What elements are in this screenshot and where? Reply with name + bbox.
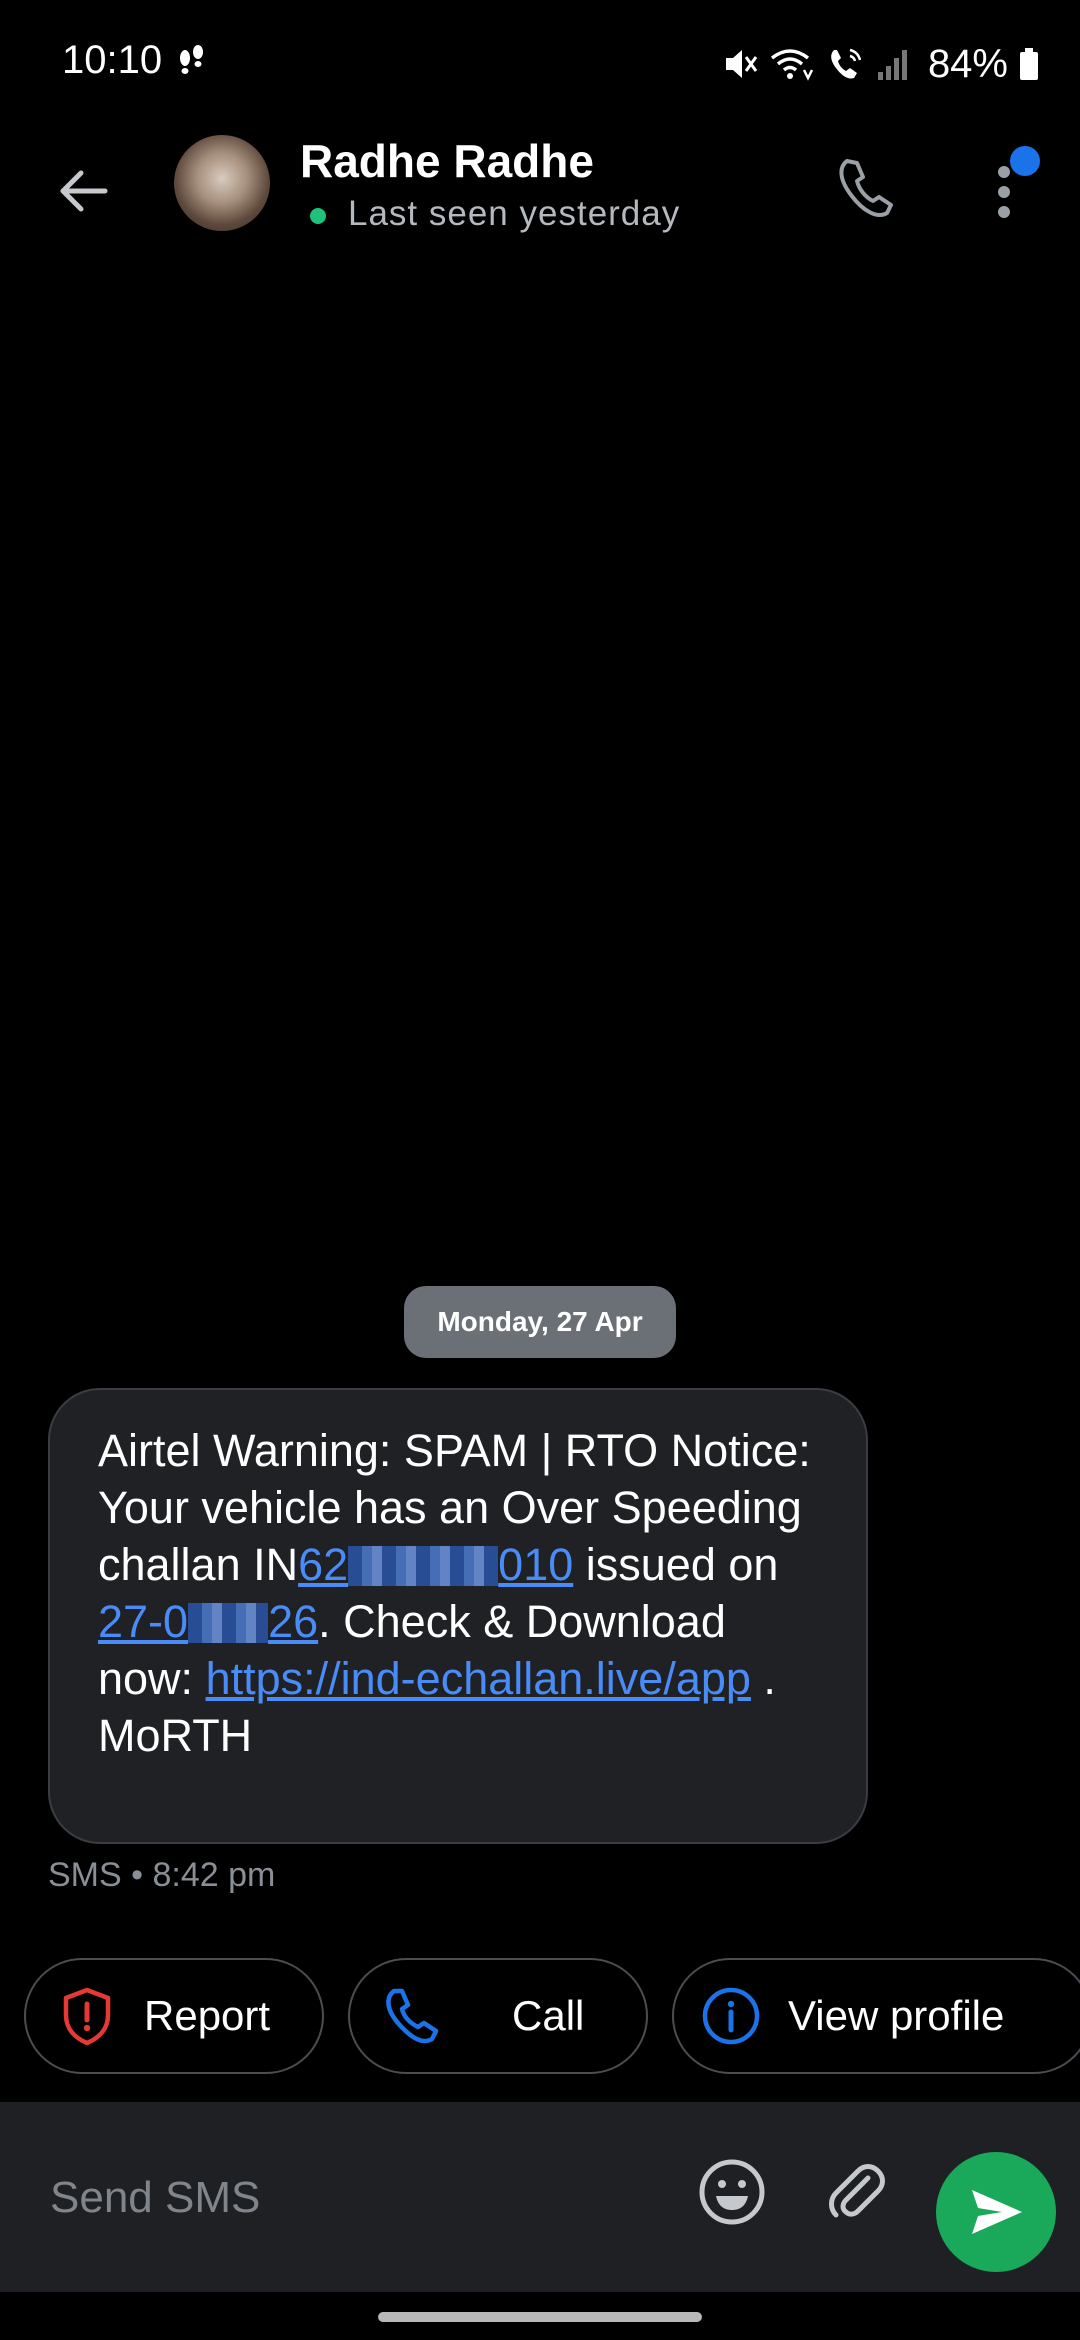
avatar[interactable] (174, 135, 270, 231)
message-meta: SMS • 8:42 pm (48, 1856, 276, 1894)
send-icon (972, 2190, 1022, 2234)
more-options-button[interactable] (990, 146, 1046, 236)
emoji-icon (699, 2159, 765, 2225)
battery-percentage: 84% (927, 41, 1008, 86)
date-separator: Monday, 27 Apr (404, 1286, 676, 1358)
send-button[interactable] (936, 2152, 1056, 2272)
report-label: Report (144, 1992, 271, 2039)
date-link[interactable]: 27-0 26 (98, 1596, 318, 1647)
report-shield-icon (63, 1987, 111, 2046)
info-icon (702, 1987, 760, 2045)
kebab-dot-3 (998, 206, 1010, 218)
message-text-part2: issued on (573, 1539, 779, 1590)
url-link[interactable]: https://ind-echallan.live/app (206, 1653, 751, 1704)
sms-input[interactable] (48, 2102, 652, 2294)
challan-prefix: 62 (298, 1539, 349, 1590)
last-seen-status: Last seen yesterday (348, 194, 681, 233)
back-button[interactable] (48, 156, 118, 226)
call-chip[interactable]: Call (348, 1958, 648, 2074)
redacted-block (348, 1546, 499, 1586)
attach-button[interactable] (820, 2156, 892, 2228)
date-prefix: 27-0 (98, 1596, 189, 1647)
call-label: Call (512, 1992, 585, 2039)
gesture-navigation-bar[interactable] (378, 2312, 702, 2322)
view-profile-chip[interactable]: View profile (672, 1958, 1080, 2074)
status-icons: 84% (722, 38, 1040, 90)
date-suffix: 26 (268, 1596, 319, 1647)
phone-icon (839, 159, 893, 217)
challan-number-link[interactable]: 62 010 (298, 1539, 573, 1590)
status-bar: 10:10 84% (0, 0, 1080, 130)
redacted-block (188, 1603, 269, 1643)
call-button[interactable] (826, 148, 906, 228)
back-arrow-icon (60, 170, 108, 212)
challan-suffix: 010 (498, 1539, 574, 1590)
phone-icon (386, 1988, 439, 2044)
action-chips: Report Call View profile (24, 1958, 1080, 2078)
view-profile-label: View profile (788, 1992, 1005, 2039)
battery-icon (1020, 48, 1038, 80)
report-chip[interactable]: Report (24, 1958, 324, 2074)
status-time: 10:10 (62, 38, 163, 82)
contact-name[interactable]: Radhe Radhe (300, 134, 594, 188)
conversation-header: Radhe Radhe Last seen yesterday (0, 130, 1080, 250)
kebab-dot-2 (998, 186, 1010, 198)
message-bubble[interactable]: Airtel Warning: SPAM | RTO Notice: Your … (48, 1388, 868, 1844)
more-vert-icon (998, 166, 1010, 178)
volte-call-icon (831, 48, 862, 79)
steps-icon (180, 45, 203, 74)
notification-dot (1010, 146, 1040, 176)
emoji-button[interactable] (696, 2156, 768, 2228)
presence-dot (310, 208, 326, 224)
signal-icon (877, 50, 907, 80)
compose-bar (0, 2102, 1080, 2294)
mute-icon (725, 50, 758, 78)
wifi-calling-icon (770, 49, 814, 81)
paperclip-icon (829, 2164, 885, 2218)
